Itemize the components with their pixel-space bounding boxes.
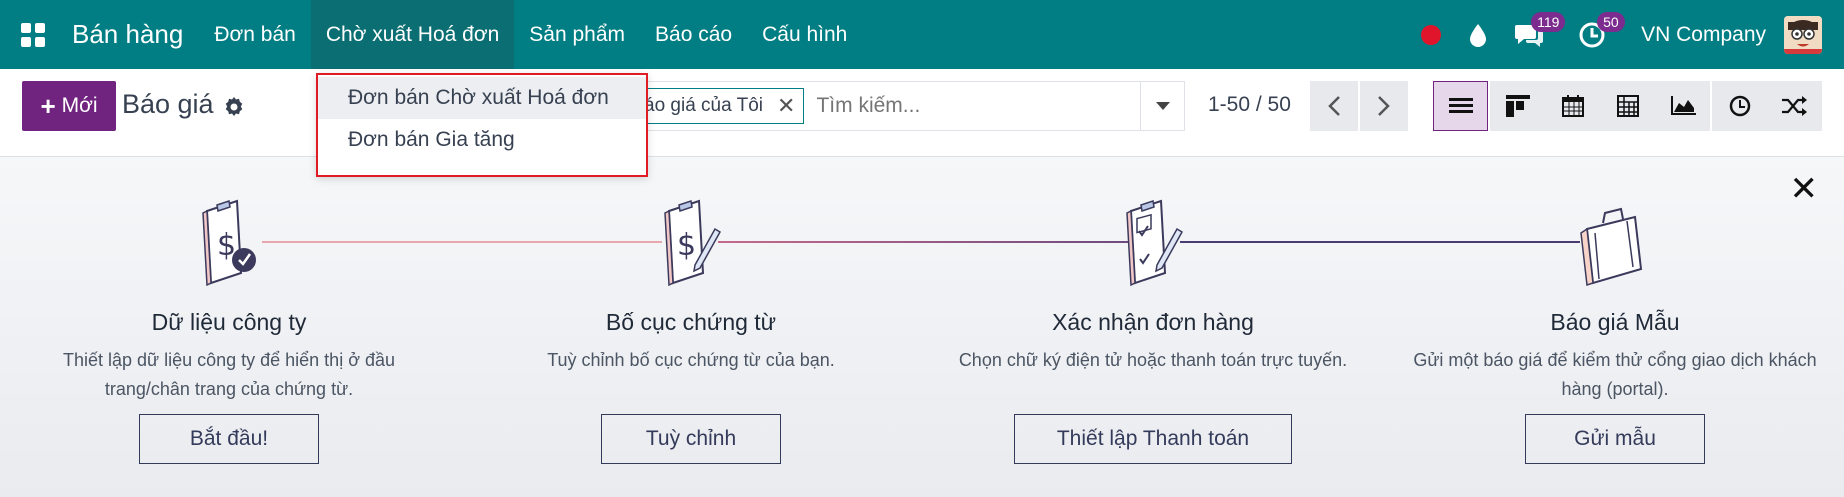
dropdown-item-orders-to-invoice[interactable]: Đơn bán Chờ xuất Hoá đơn xyxy=(318,77,646,119)
pivot-table-icon xyxy=(1616,95,1639,117)
new-button[interactable]: + Mới xyxy=(22,81,116,131)
user-avatar[interactable] xyxy=(1784,15,1822,54)
pager-previous-button[interactable] xyxy=(1310,81,1358,131)
view-activity-button[interactable] xyxy=(1712,81,1767,131)
menu-products[interactable]: Sản phẩm xyxy=(514,0,640,69)
clipboard-checklist-pen-icon xyxy=(1113,193,1193,293)
control-panel: + Mới Báo giá áo giá của Tôi ✕ 1-50 / 50 xyxy=(0,69,1844,157)
step-description: Gửi một báo giá để kiểm thử cổng giao dị… xyxy=(1413,350,1817,399)
shuffle-icon xyxy=(1781,96,1807,116)
facet-label: áo giá của Tôi xyxy=(644,95,764,116)
customize-button[interactable]: Tuỳ chỉnh xyxy=(601,414,781,464)
view-kanban-button[interactable] xyxy=(1490,81,1545,131)
view-cohort-button[interactable] xyxy=(1767,81,1822,131)
facet-remove-icon[interactable]: ✕ xyxy=(777,93,795,119)
list-icon xyxy=(1448,98,1473,113)
view-graph-button[interactable] xyxy=(1655,81,1710,131)
view-calendar-button[interactable] xyxy=(1545,81,1600,131)
company-switcher[interactable]: VN Company xyxy=(1641,23,1766,47)
menu-orders[interactable]: Đơn bán xyxy=(199,0,311,69)
pager-next-button[interactable] xyxy=(1360,81,1408,131)
step-title: Bố cục chứng từ xyxy=(605,309,777,335)
onboarding-step-sample-quotation: Báo giá Mẫu Gửi một báo giá để kiểm thử … xyxy=(1405,193,1825,464)
apps-menu-icon[interactable] xyxy=(0,0,66,69)
search-options-toggle[interactable] xyxy=(1140,82,1184,130)
step-description: Thiết lập dữ liệu công ty để hiển thị ở … xyxy=(62,350,396,399)
send-sample-button[interactable]: Gửi mẫu xyxy=(1525,414,1705,464)
plus-icon: + xyxy=(40,91,56,121)
recording-indicator[interactable] xyxy=(1407,0,1455,69)
area-chart-icon xyxy=(1670,96,1696,115)
onboarding-step-order-confirmation: Xác nhận đơn hàng Chọn chữ ký điện tử ho… xyxy=(943,193,1363,464)
clock-icon xyxy=(1729,95,1750,117)
step-title: Báo giá Mẫu xyxy=(1550,309,1680,335)
caret-down-icon xyxy=(1155,102,1170,110)
chevron-right-icon xyxy=(1378,96,1390,116)
search-facet[interactable]: áo giá của Tôi ✕ xyxy=(635,88,805,124)
menu-configuration[interactable]: Cấu hình xyxy=(747,0,862,69)
menu-reporting[interactable]: Báo cáo xyxy=(640,0,747,69)
gear-icon[interactable] xyxy=(222,95,246,119)
to-invoice-dropdown: Đơn bán Chờ xuất Hoá đơn Đơn bán Gia tăn… xyxy=(316,73,648,177)
new-button-label: Mới xyxy=(61,94,98,117)
svg-text:$: $ xyxy=(677,228,696,263)
step-description: Chọn chữ ký điện tử hoặc thanh toán trực… xyxy=(958,350,1348,370)
search-input[interactable] xyxy=(816,94,1117,118)
chevron-left-icon xyxy=(1328,96,1340,116)
setup-payment-button[interactable]: Thiết lập Thanh toán xyxy=(1014,414,1292,464)
top-navbar: Bán hàng Đơn bán Chờ xuất Hoá đơn Sản ph… xyxy=(0,0,1844,69)
start-button[interactable]: Bắt đầu! xyxy=(139,414,319,464)
clipboard-dollar-check-icon: $ xyxy=(189,193,269,293)
calendar-icon xyxy=(1561,95,1584,117)
menu-to-invoice[interactable]: Chờ xuất Hoá đơn xyxy=(310,0,515,69)
onboarding-step-company-data: $ Dữ liệu công ty Thiết lập dữ liệu công… xyxy=(19,193,439,464)
activities-icon[interactable]: 50 xyxy=(1557,0,1627,69)
view-list-button[interactable] xyxy=(1433,81,1488,131)
dropdown-item-orders-to-upsell[interactable]: Đơn bán Gia tăng xyxy=(318,119,646,161)
clipboard-dollar-pen-icon: $ xyxy=(651,193,731,293)
step-title: Dữ liệu công ty xyxy=(151,309,307,335)
app-name[interactable]: Bán hàng xyxy=(66,0,199,69)
search-bar: áo giá của Tôi ✕ xyxy=(630,81,1185,131)
onboarding-step-document-layout: $ Bố cục chứng từ Tuỳ chỉnh bố cục chứng… xyxy=(481,193,901,464)
droplet-icon[interactable] xyxy=(1455,0,1501,69)
activities-badge: 50 xyxy=(1597,12,1625,32)
view-pivot-button[interactable] xyxy=(1600,81,1655,131)
briefcase-icon xyxy=(1575,193,1655,293)
onboarding-panel: ✕ $ Dữ liệu công ty Thiết lập dữ liệu cô… xyxy=(0,157,1844,497)
pager-value[interactable]: 1-50 / 50 xyxy=(1208,93,1291,117)
kanban-icon xyxy=(1505,95,1530,117)
messages-icon[interactable]: 119 xyxy=(1501,0,1566,69)
step-title: Xác nhận đơn hàng xyxy=(1052,309,1254,335)
page-title: Báo giá xyxy=(122,89,214,119)
step-description: Tuỳ chỉnh bố cục chứng từ của bạn. xyxy=(547,350,835,370)
